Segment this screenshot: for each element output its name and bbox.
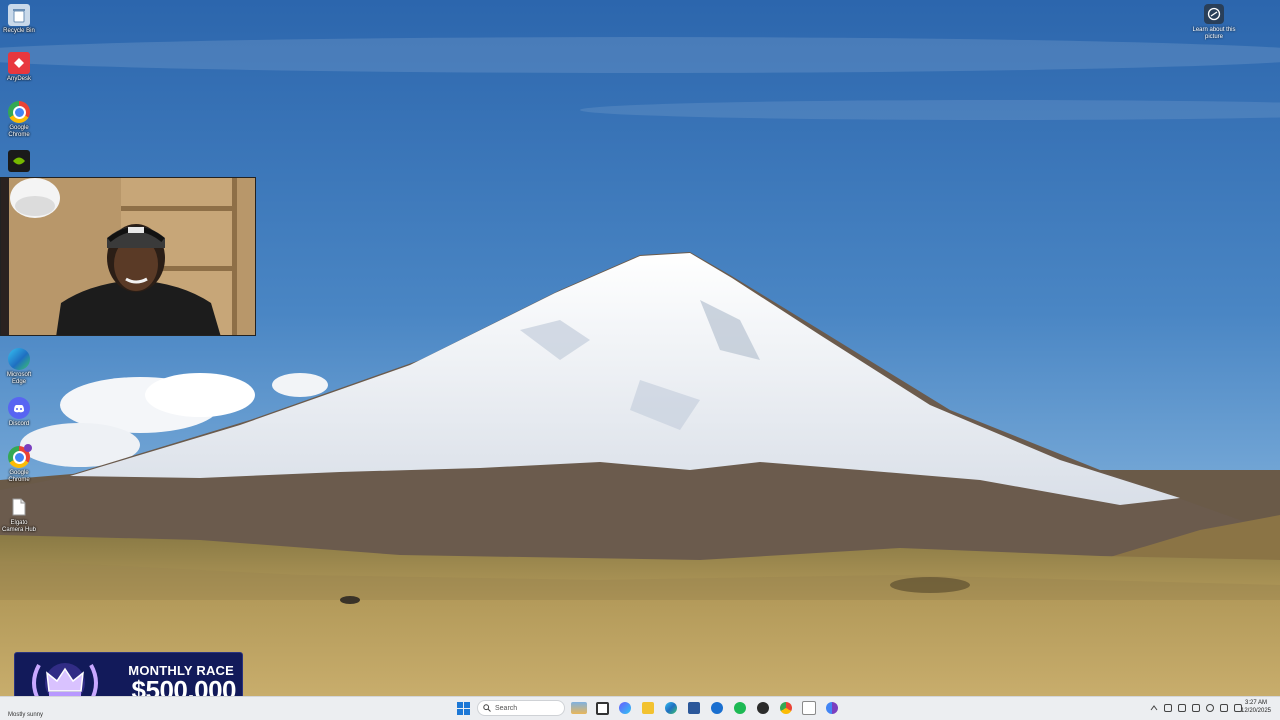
- taskbar-snipping-tool[interactable]: [800, 699, 818, 717]
- desktop-icon-label: Google Chrome: [8, 470, 30, 483]
- file-icon: [8, 496, 30, 518]
- learn-about-label: Learn about this picture: [1192, 27, 1236, 40]
- taskbar-file-explorer[interactable]: [639, 699, 657, 717]
- taskbar-search-box[interactable]: Search: [477, 700, 565, 716]
- file-explorer-icon: [642, 702, 654, 714]
- desktop-icon-label: Discord: [8, 421, 30, 427]
- anydesk-icon: [8, 52, 30, 74]
- discord-icon: [8, 397, 30, 419]
- edge-icon: [8, 348, 30, 370]
- desktop-icon-nvidia[interactable]: [0, 150, 38, 172]
- start-button[interactable]: [454, 699, 472, 717]
- webcam-overlay: [0, 177, 256, 336]
- spotify-icon: [734, 702, 746, 714]
- obs-icon: [757, 702, 769, 714]
- tray-app-icon[interactable]: [1192, 704, 1200, 712]
- taskbar-edge[interactable]: [662, 699, 680, 717]
- chevron-up-icon[interactable]: [1150, 704, 1158, 712]
- taskbar-copilot[interactable]: [616, 699, 634, 717]
- nvidia-icon: [8, 150, 30, 172]
- microsoft-store-icon: [688, 702, 700, 714]
- taskbar-widget-landscape[interactable]: [570, 699, 588, 717]
- snipping-tool-icon: [802, 701, 816, 715]
- weather-widget[interactable]: Mostly sunny: [8, 712, 43, 718]
- taskbar-chrome[interactable]: [777, 699, 795, 717]
- chrome-icon: [780, 702, 792, 714]
- desktop-wallpaper: [0, 0, 1280, 696]
- chrome-profile-icon: [826, 702, 838, 714]
- app-icon: [711, 702, 723, 714]
- desktop-icon-label: Google Chrome: [8, 125, 30, 138]
- taskbar-app[interactable]: [708, 699, 726, 717]
- desktop-icon-label: Microsoft Edge: [6, 372, 32, 385]
- taskbar-clock[interactable]: 3:27 AM 12/20/2025: [1236, 699, 1276, 715]
- taskbar-chrome-profile[interactable]: [823, 699, 841, 717]
- search-placeholder: Search: [495, 704, 518, 712]
- desktop-icon-recycle-bin[interactable]: Recycle Bin: [0, 4, 38, 35]
- taskbar-task-view[interactable]: [593, 699, 611, 717]
- search-icon: [483, 704, 491, 712]
- chrome-icon: [8, 101, 30, 123]
- system-tray: [1150, 700, 1242, 716]
- taskbar-center: Search: [454, 699, 841, 717]
- windows-icon: [456, 701, 470, 715]
- clock-date: 12/20/2025: [1240, 708, 1272, 714]
- task-view-icon: [595, 701, 609, 715]
- desktop-icon-label: Recycle Bin: [3, 28, 35, 34]
- desktop-icon-label: Elgato Camera Hub: [1, 520, 36, 533]
- edge-icon: [665, 702, 677, 714]
- network-icon[interactable]: [1220, 704, 1228, 712]
- tray-app-icon[interactable]: [1178, 704, 1186, 712]
- learn-about-picture[interactable]: Learn about this picture: [1192, 4, 1236, 41]
- clock-time: 3:27 AM: [1244, 700, 1267, 706]
- desktop-icon-camera-hub[interactable]: Elgato Camera Hub: [0, 496, 38, 534]
- camera-icon: [1204, 4, 1224, 24]
- taskbar-spotify[interactable]: [731, 699, 749, 717]
- recycle-bin-icon: [8, 4, 30, 26]
- desktop-icon-discord[interactable]: Discord: [0, 397, 38, 428]
- landscape-widget-icon: [571, 702, 587, 714]
- copilot-icon: [619, 702, 631, 714]
- desktop-icon-label: AnyDesk: [6, 76, 31, 82]
- chrome-profile-icon: [8, 444, 32, 468]
- desktop-icon-chrome[interactable]: Google Chrome: [0, 101, 38, 139]
- tray-microphone-icon[interactable]: [1206, 704, 1214, 712]
- taskbar-obs[interactable]: [754, 699, 772, 717]
- desktop-icon-chrome-profile[interactable]: Google Chrome: [0, 444, 38, 484]
- tray-app-icon[interactable]: [1164, 704, 1172, 712]
- desktop-icon-edge[interactable]: Microsoft Edge: [0, 348, 38, 386]
- taskbar-microsoft-store[interactable]: [685, 699, 703, 717]
- desktop-icon-anydesk[interactable]: AnyDesk: [0, 52, 38, 83]
